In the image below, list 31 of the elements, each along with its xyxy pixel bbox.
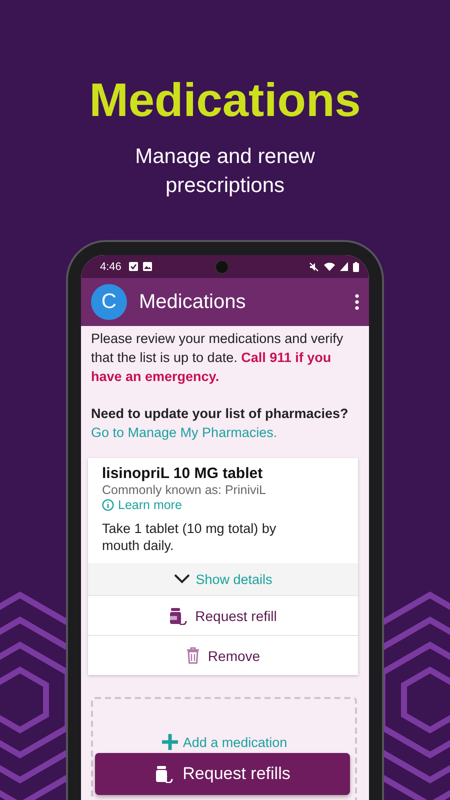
request-refills-button[interactable]: Request refills: [95, 753, 350, 795]
learn-more-link[interactable]: Learn more: [102, 498, 182, 512]
app-title: Medications: [139, 290, 247, 314]
add-medication-button[interactable]: Add a medication: [160, 733, 288, 751]
more-icon[interactable]: [355, 294, 359, 310]
image-icon: [143, 262, 152, 271]
intro-text: Please review your medications and verify that the list is up to date. Call 911 if you have an emergency.: [91, 330, 344, 386]
avatar[interactable]: C: [91, 284, 127, 320]
medication-name: lisinopriL 10 MG tablet: [102, 465, 264, 483]
request-refill-button[interactable]: Request refill: [88, 595, 358, 635]
pill-bottle-icon: [154, 765, 173, 783]
remove-button[interactable]: Remove: [88, 635, 358, 675]
chevron-icon: [174, 574, 190, 584]
common-name: Commonly known as: PriniviL: [102, 483, 267, 498]
mute-icon: [309, 262, 319, 272]
info-icon: [102, 499, 114, 511]
subtitle: Manage and renew prescriptions: [134, 144, 316, 199]
camera-hole: [215, 260, 229, 274]
checkbox-icon: [129, 262, 138, 271]
headline: Medications: [88, 72, 362, 128]
wifi-icon: [324, 262, 335, 271]
battery-icon: [353, 262, 359, 272]
manage-pharmacies-link[interactable]: Go to Manage My Pharmacies.: [91, 425, 278, 440]
signal-icon: [340, 262, 348, 271]
dosage-instructions: Take 1 tablet (10 mg total) by mouth daily.: [102, 520, 278, 554]
trash-icon: [186, 647, 200, 664]
show-details-button[interactable]: Show details: [88, 563, 358, 595]
pharmacy-question: Need to update your list of pharmacies?: [91, 405, 350, 423]
pill-bottle-icon: [169, 606, 188, 624]
status-time: 4:46: [100, 260, 122, 272]
plus-icon: [160, 733, 179, 751]
